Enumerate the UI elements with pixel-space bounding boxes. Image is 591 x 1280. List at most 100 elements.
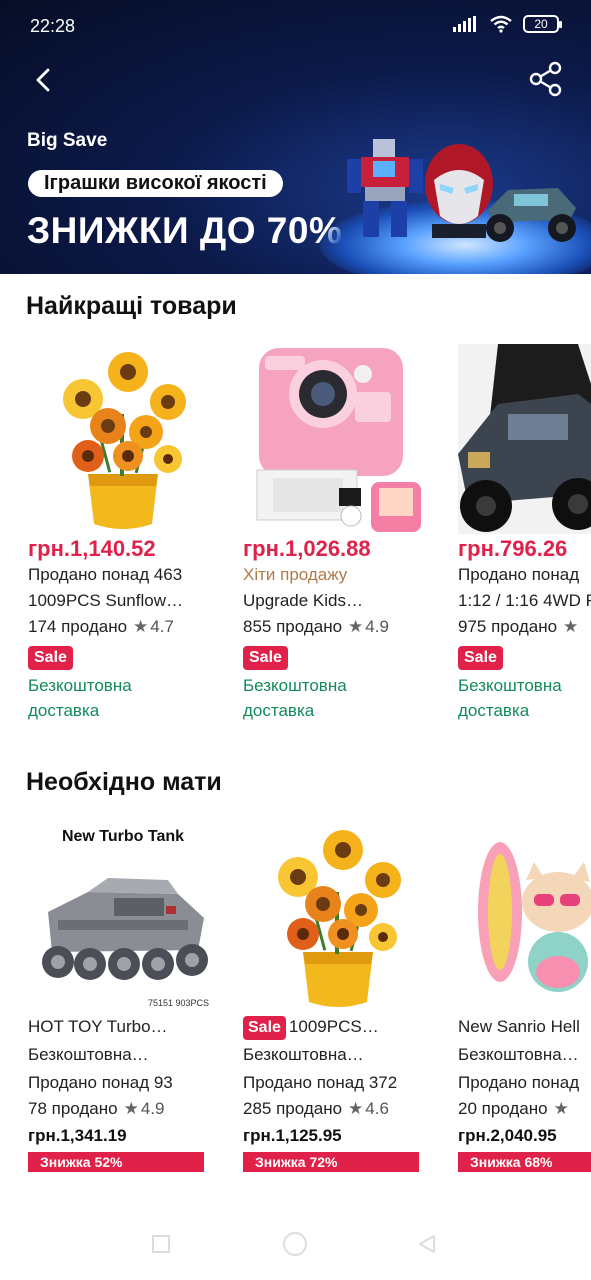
product-name-text: New Sanrio Hell	[458, 1017, 580, 1036]
product-sold-row: 174 продано ★ 4.7	[28, 614, 228, 640]
sale-badge: Sale	[28, 646, 73, 670]
banner-pill: Іграшки високої якості	[28, 170, 283, 197]
share-button[interactable]	[527, 60, 565, 98]
product-price: грн.1,026.88	[243, 536, 371, 561]
turbo-tank-image	[28, 822, 218, 1012]
free-shipping-label: Безкоштовна…	[243, 1045, 364, 1064]
product-subtitle: Продано понад 93	[28, 1073, 173, 1092]
triangle-back-icon	[419, 1235, 435, 1253]
best-product-card[interactable]: грн.1,140.52 Продано понад 463 1009PCS S…	[28, 344, 228, 723]
product-sold-row: 78 продано ★ 4.9	[28, 1096, 228, 1122]
star-icon: ★	[348, 617, 364, 636]
product-name[interactable]: New Sanrio Hell	[458, 1014, 591, 1040]
free-shipping-label: Безкоштовна…	[458, 1045, 579, 1064]
product-rating: 4.9	[140, 1099, 165, 1118]
battery-level: 20	[534, 17, 548, 31]
status-time: 22:28	[30, 16, 76, 36]
pink-kids-camera-image	[256, 348, 421, 532]
star-icon: ★	[123, 1099, 139, 1118]
product-sold-row: 285 продано ★ 4.6	[243, 1096, 443, 1122]
product-image	[243, 822, 433, 1012]
product-sold: 285 продано	[243, 1099, 343, 1118]
product-name-text: 1009PCS…	[288, 1017, 379, 1036]
product-name[interactable]: 1009PCS Sunflow…	[28, 588, 228, 614]
need-product-card[interactable]: New Sanrio Hell Безкоштовна… Продано пон…	[458, 822, 591, 1172]
product-image	[243, 344, 433, 534]
sunflower-bouquet-image	[278, 830, 401, 1007]
sale-badge: Sale	[243, 1015, 286, 1040]
sale-badge: Sale	[243, 646, 288, 670]
banner-tag: Big Save	[27, 130, 108, 151]
product-price: грн.1,140.52	[28, 536, 156, 561]
need-product-card[interactable]: New Turbo Tank 75151 903PCS HOT TOY Turb…	[28, 822, 228, 1172]
free-shipping-label: Безкоштовна…	[28, 1045, 149, 1064]
discount-bar: Знижка 68%	[458, 1152, 591, 1172]
best-product-card[interactable]: грн.1,026.88 Хіти продажу Upgrade Kids… …	[243, 344, 443, 723]
battery-icon: 20	[523, 15, 562, 33]
product-subtitle: Продано понад 463	[28, 565, 183, 584]
product-sold: 20 продано	[458, 1099, 548, 1118]
product-sold-row: 855 продано ★ 4.9	[243, 614, 443, 640]
sale-badge: Sale	[458, 646, 503, 670]
star-icon: ★	[563, 617, 579, 636]
chevron-left-icon	[36, 68, 50, 92]
status-icons: 20	[453, 15, 562, 33]
image-code: 75151 903PCS	[148, 998, 210, 1008]
free-shipping-label: Безкоштовна доставка	[28, 676, 132, 720]
recent-apps-button[interactable]	[150, 1233, 172, 1255]
need-product-card[interactable]: Sale 1009PCS… Безкоштовна… Продано понад …	[243, 822, 443, 1172]
best-product-card[interactable]: грн.796.26 Продано понад 1:12 / 1:16 4WD…	[458, 344, 591, 723]
product-subtitle: Продано понад	[458, 1073, 580, 1092]
robot-toy-image	[347, 139, 423, 237]
circle-icon	[283, 1232, 307, 1256]
discount-bar: Знижка 72%	[243, 1152, 419, 1172]
product-name[interactable]: HOT TOY Turbo…	[28, 1014, 228, 1040]
status-bar: 22:28 20	[0, 0, 591, 52]
free-shipping-label: Безкоштовна доставка	[243, 676, 347, 720]
product-image	[458, 344, 591, 534]
hero-banner[interactable]: 22:28 20 Big Save Іграшки високої якості…	[0, 0, 591, 274]
product-sold: 855 продано	[243, 617, 343, 636]
product-sold-row: 975 продано ★	[458, 614, 591, 640]
star-icon: ★	[553, 1099, 569, 1118]
product-price: грн.1,125.95	[243, 1126, 342, 1145]
share-icon	[529, 61, 562, 97]
product-rating: 4.7	[150, 617, 174, 636]
banner-headline: ЗНИЖКИ ДО 70%	[27, 210, 343, 251]
product-image: New Turbo Tank 75151 903PCS	[28, 822, 218, 1012]
home-button[interactable]	[281, 1230, 309, 1258]
free-shipping-label: Безкоштовна доставка	[458, 676, 562, 720]
product-sold: 78 продано	[28, 1099, 118, 1118]
product-rating: 4.6	[365, 1099, 389, 1118]
wifi-icon	[490, 15, 512, 33]
product-image	[458, 822, 591, 1012]
image-caption: New Turbo Tank	[61, 828, 185, 845]
need-section-title: Необхідно мати	[26, 768, 222, 796]
product-subtitle: Продано понад	[458, 565, 580, 584]
product-sold-row: 20 продано ★	[458, 1096, 591, 1122]
best-section-title: Найкращі товари	[26, 292, 237, 320]
product-subtitle: Хіти продажу	[243, 565, 348, 584]
product-subtitle: Продано понад 372	[243, 1073, 398, 1092]
product-name[interactable]: Upgrade Kids…	[243, 588, 443, 614]
rc-car-image	[458, 344, 591, 534]
product-name[interactable]: 1:12 / 1:16 4WD R	[458, 588, 591, 614]
discount-bar: Знижка 52%	[28, 1152, 204, 1172]
hello-kitty-toy-image	[458, 822, 591, 1012]
back-button[interactable]	[26, 62, 62, 98]
product-name[interactable]: Sale 1009PCS…	[243, 1014, 443, 1040]
product-sold: 975 продано	[458, 617, 558, 636]
product-price: грн.2,040.95	[458, 1126, 557, 1145]
star-icon: ★	[133, 617, 149, 636]
sunflower-bouquet-image	[63, 352, 186, 529]
product-sold: 174 продано	[28, 617, 128, 636]
back-nav-button[interactable]	[416, 1233, 438, 1255]
rc-car-toy-image	[486, 188, 576, 242]
product-price: грн.1,341.19	[28, 1126, 127, 1145]
product-name-text: HOT TOY Turbo…	[28, 1017, 168, 1036]
star-icon: ★	[348, 1099, 364, 1118]
product-image	[28, 344, 218, 534]
signal-icon	[453, 16, 476, 32]
product-price: грн.796.26	[458, 536, 568, 561]
product-rating: 4.9	[365, 617, 389, 636]
